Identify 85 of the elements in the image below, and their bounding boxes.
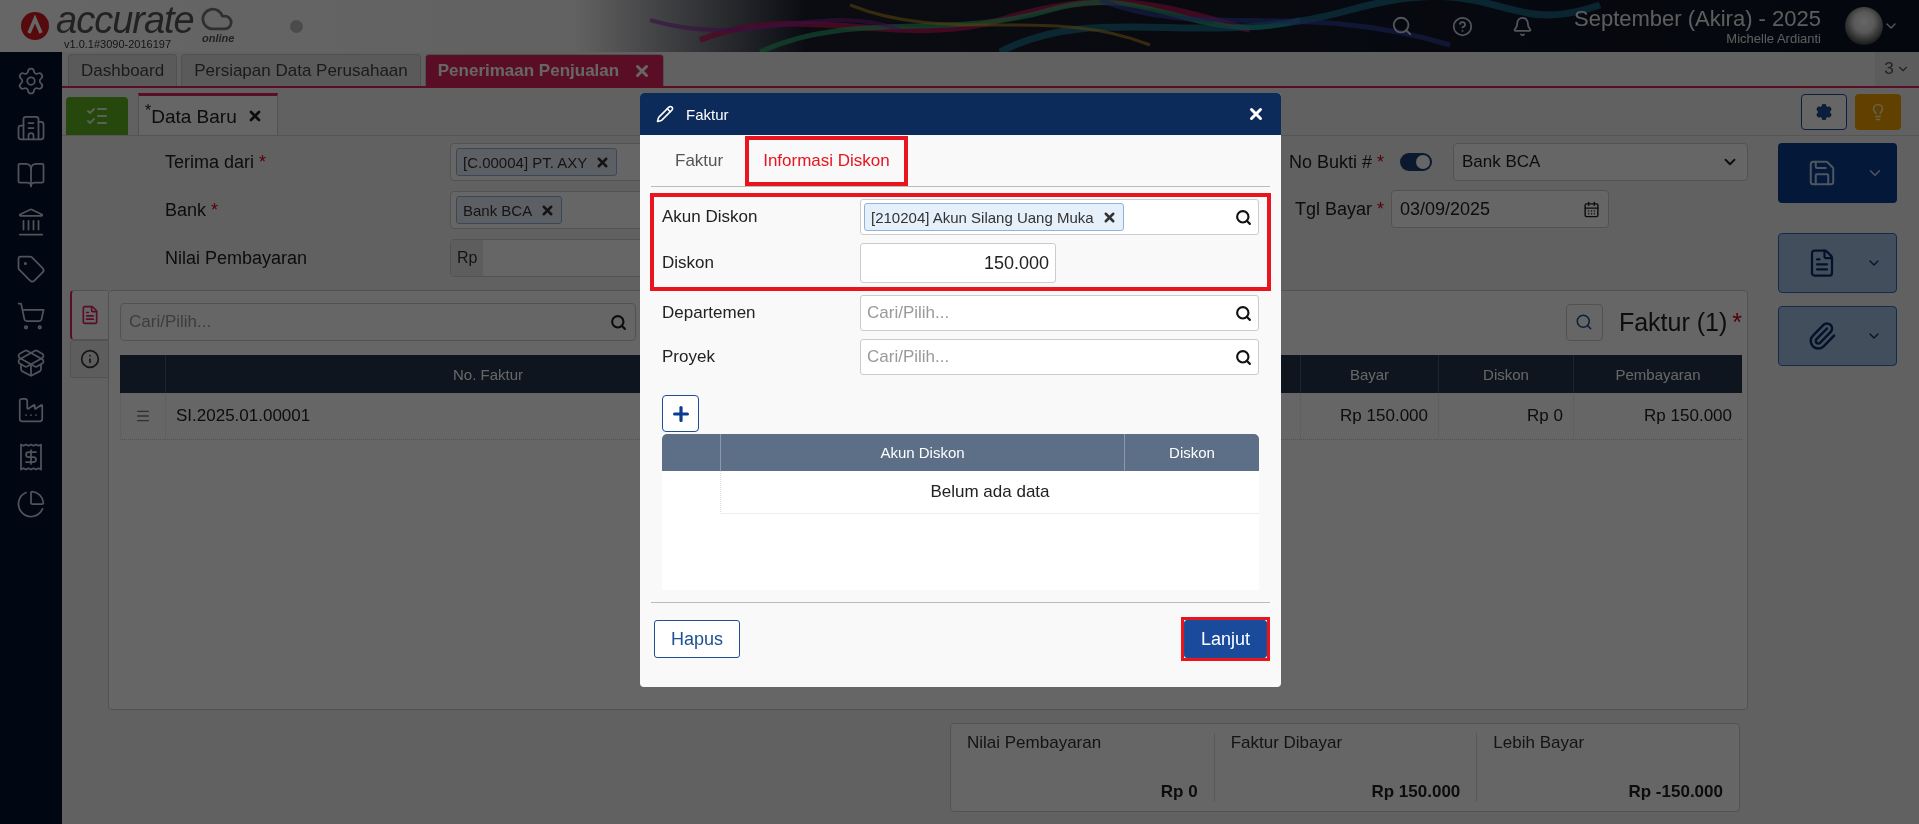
search-icon	[610, 313, 627, 331]
settings-icon	[1815, 102, 1833, 121]
list-button[interactable]	[66, 97, 128, 135]
table-cell: Rp 0	[1438, 393, 1573, 440]
document-tab[interactable]: $^{*}$Data Baru	[138, 93, 278, 135]
search-icon	[1235, 304, 1252, 322]
module-tab[interactable]: Penerimaan Penjualan	[424, 54, 665, 86]
info-tab[interactable]	[70, 340, 108, 378]
summary-label: Lebih Bayar	[1493, 733, 1586, 753]
search-icon[interactable]	[1391, 15, 1413, 37]
settings-icon[interactable]	[16, 66, 46, 96]
field-label: Departemen	[662, 303, 757, 323]
logo-icon	[20, 11, 50, 41]
add-button[interactable]	[662, 395, 699, 432]
module-tab[interactable]: Persiapan Data Perusahaan	[181, 54, 421, 86]
brand-name: accurate	[56, 2, 194, 38]
continue-button[interactable]: Lanjut	[1183, 620, 1267, 658]
column-header: Akun Diskon	[720, 434, 1124, 471]
column-header	[662, 434, 720, 471]
building-icon[interactable]	[16, 113, 46, 143]
field-label: Tgl Bayar *	[1294, 198, 1384, 220]
field-label: Diskon	[662, 253, 715, 273]
document-icon	[80, 305, 100, 325]
selected-chip: [210204] Akun Silang Uang Muka	[864, 203, 1124, 231]
date-field[interactable]: 03/09/2025	[1391, 190, 1609, 228]
document-button[interactable]	[1778, 233, 1897, 293]
price-tag-icon[interactable]	[16, 254, 46, 284]
account-field[interactable]: [210204] Akun Silang Uang Muka	[860, 199, 1259, 235]
lightbulb-button[interactable]	[1855, 93, 1901, 130]
column-header: Pembayaran	[1573, 355, 1742, 393]
search-icon	[1235, 208, 1252, 226]
summary-label: Nilai Pembayaran	[967, 733, 1103, 753]
search-button[interactable]	[1565, 303, 1603, 341]
settings-button[interactable]	[1801, 93, 1847, 130]
column-header: Diskon	[1124, 434, 1259, 471]
book-icon[interactable]	[16, 160, 46, 190]
calendar-icon[interactable]	[1583, 200, 1600, 218]
column-header: Diskon	[1438, 355, 1573, 393]
discount-field[interactable]: 150.000	[860, 243, 1056, 283]
summary-value: Rp -150.000	[1628, 782, 1723, 802]
summary-value: Rp 0	[1160, 782, 1198, 802]
search-icon	[1575, 313, 1594, 331]
save-button[interactable]	[1778, 143, 1897, 203]
invoice-tab[interactable]	[70, 290, 108, 340]
summary-value: Rp 150.000	[1371, 782, 1461, 802]
field-label: Nilai Pembayaran	[165, 247, 309, 269]
attachment-button[interactable]	[1778, 306, 1897, 366]
version-text: v1.0.1#3090-2016197	[64, 38, 173, 50]
help-icon[interactable]	[1451, 15, 1473, 37]
search-field[interactable]: Cari/Pilih...	[860, 339, 1259, 375]
search-icon	[1235, 348, 1252, 366]
bell-icon[interactable]	[1511, 15, 1533, 37]
brand-suffix: online	[202, 32, 235, 44]
info-icon	[79, 349, 100, 369]
field-label: Terima dari *	[165, 151, 268, 173]
pencil-icon	[656, 105, 674, 123]
search-field[interactable]: Cari/Pilih...	[860, 295, 1259, 331]
cart-icon[interactable]	[16, 301, 46, 331]
tab-count[interactable]: 3	[1875, 52, 1919, 86]
selected-chip: Bank BCA	[456, 196, 563, 224]
delete-button[interactable]: Hapus	[654, 620, 741, 658]
dialog-tab[interactable]: Informasi Diskon	[745, 136, 908, 186]
user-name: Michelle Ardianti	[1726, 30, 1821, 46]
summary-label: Faktur Dibayar	[1230, 733, 1344, 753]
column-header	[120, 355, 165, 393]
column-header: Bayar	[1300, 355, 1438, 393]
selected-chip: [C.00004] PT. AXY	[456, 148, 618, 176]
bank-icon[interactable]	[16, 207, 46, 237]
pie-chart-icon[interactable]	[16, 489, 46, 519]
table-cell: Rp 150.000	[1573, 393, 1742, 440]
close-icon	[1247, 105, 1265, 123]
panel-title: Faktur (1) *	[1618, 307, 1742, 337]
factory-icon[interactable]	[16, 395, 46, 425]
module-tab[interactable]: Dashboard	[68, 54, 178, 86]
close-button[interactable]	[1247, 105, 1265, 123]
toggle-switch[interactable]	[1400, 153, 1432, 171]
drag-handle-icon[interactable]	[135, 408, 151, 424]
table-cell: Rp 150.000	[1300, 393, 1438, 440]
empty-message: Belum ada data	[720, 471, 1259, 514]
period-text: September (Akira) - 2025	[1574, 6, 1821, 31]
field-label: No Bukti # *	[1288, 151, 1384, 173]
field-label: Bank *	[165, 199, 220, 221]
dialog-title: Faktur	[686, 105, 729, 123]
bank-select[interactable]: Bank BCA	[1453, 143, 1748, 181]
boxes-icon[interactable]	[16, 348, 46, 378]
